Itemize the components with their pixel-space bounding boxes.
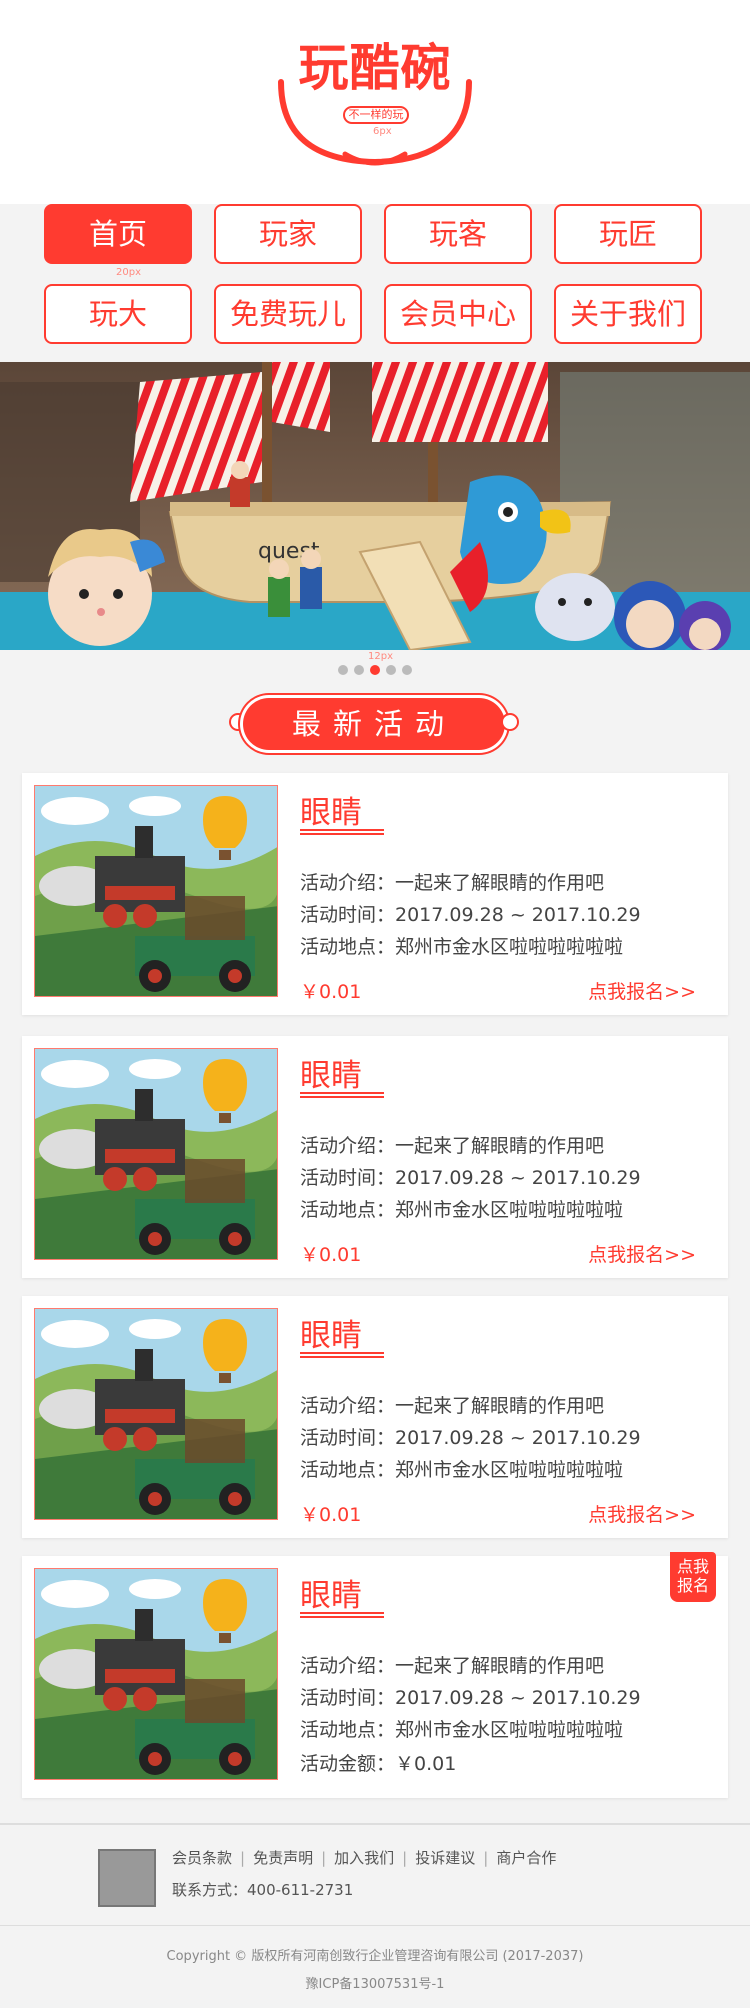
toy-ship-illustration: quest bbox=[0, 362, 750, 650]
signup-badge-button[interactable]: 点我 报名 bbox=[670, 1552, 716, 1602]
activity-time: 活动时间：2017.09.28 ~ 2017.10.29 bbox=[300, 1687, 641, 1709]
separator: | bbox=[402, 1849, 408, 1867]
footer-link-feedback[interactable]: 投诉建议 bbox=[415, 1849, 475, 1867]
nav-item-big-players[interactable]: 玩大 bbox=[44, 284, 192, 344]
footer-link-disclaimer[interactable]: 免责声明 bbox=[253, 1849, 313, 1867]
train-illustration bbox=[35, 1309, 277, 1519]
activity-card[interactable]: 眼睛 活动介绍：一起来了解眼睛的作用吧 活动时间：2017.09.28 ~ 20… bbox=[22, 1296, 728, 1538]
carousel-dot[interactable] bbox=[338, 665, 348, 675]
signup-link[interactable]: 点我报名>> bbox=[588, 977, 696, 1004]
footer-divider bbox=[0, 1925, 750, 1926]
nav-item-players[interactable]: 玩家 bbox=[214, 204, 362, 264]
logo-slogan: 不一样的玩 bbox=[343, 106, 409, 124]
nav-item-home[interactable]: 首页 bbox=[44, 204, 192, 264]
header: 玩酷碗 不一样的玩 6px bbox=[0, 0, 750, 204]
activity-place: 活动地点：郑州市金水区啦啦啦啦啦啦 bbox=[300, 936, 624, 958]
activity-amount: 活动金额：￥0.01 bbox=[300, 1753, 457, 1775]
qr-code-image bbox=[98, 1849, 156, 1907]
contact-info: 联系方式：400-611-2731 bbox=[172, 1881, 354, 1899]
activity-card[interactable]: 眼睛 活动介绍：一起来了解眼睛的作用吧 活动时间：2017.09.28 ~ 20… bbox=[22, 1036, 728, 1278]
section-cap-right-icon bbox=[501, 713, 519, 731]
carousel-dot[interactable] bbox=[402, 665, 412, 675]
footer: 会员条款 | 免责声明 | 加入我们 | 投诉建议 | 商户合作 联系方式：400-611-27… bbox=[0, 1825, 750, 2008]
nav-item-craftsmen[interactable]: 玩匠 bbox=[554, 204, 702, 264]
carousel-dot[interactable] bbox=[386, 665, 396, 675]
title-underline bbox=[300, 1352, 384, 1358]
separator: | bbox=[321, 1849, 327, 1867]
badge-line: 点我 bbox=[676, 1557, 709, 1576]
activity-title[interactable]: 眼睛 bbox=[300, 1050, 362, 1095]
spacing-annotation: 20px bbox=[116, 267, 141, 278]
title-underline bbox=[300, 1092, 384, 1098]
activity-place: 活动地点：郑州市金水区啦啦啦啦啦啦 bbox=[300, 1719, 624, 1741]
activity-price: ￥0.01 bbox=[300, 981, 362, 1003]
activity-title[interactable]: 眼睛 bbox=[300, 787, 362, 832]
activity-thumbnail[interactable] bbox=[34, 785, 278, 997]
nav-item-about-us[interactable]: 关于我们 bbox=[554, 284, 702, 344]
footer-link-member-terms[interactable]: 会员条款 bbox=[172, 1849, 232, 1867]
badge-line: 报名 bbox=[676, 1576, 709, 1595]
banner-image[interactable]: quest bbox=[0, 362, 750, 650]
main-nav: 首页 玩家 玩客 玩匠 20px 玩大 免费玩儿 会员中心 关于我们 bbox=[0, 204, 750, 362]
nav-item-member-center[interactable]: 会员中心 bbox=[384, 284, 532, 344]
title-underline bbox=[300, 1612, 384, 1618]
activity-card[interactable]: 眼睛 活动介绍：一起来了解眼睛的作用吧 活动时间：2017.09.28 ~ 20… bbox=[22, 1552, 728, 1798]
activity-thumbnail[interactable] bbox=[34, 1308, 278, 1520]
activity-place: 活动地点：郑州市金水区啦啦啦啦啦啦 bbox=[300, 1199, 624, 1221]
section-title: 最新活动 bbox=[243, 698, 505, 750]
nav-item-guests[interactable]: 玩客 bbox=[384, 204, 532, 264]
logo[interactable]: 玩酷碗 不一样的玩 6px bbox=[275, 22, 475, 172]
logo-text: 玩酷碗 bbox=[298, 39, 452, 97]
icp-number: 豫ICP备13007531号-1 bbox=[305, 1977, 445, 1992]
signup-link[interactable]: 点我报名>> bbox=[588, 1240, 696, 1267]
footer-link-merchant[interactable]: 商户合作 bbox=[496, 1849, 556, 1867]
activity-time: 活动时间：2017.09.28 ~ 2017.10.29 bbox=[300, 904, 641, 926]
activity-card[interactable]: 眼睛 活动介绍：一起来了解眼睛的作用吧 活动时间：2017.09.28 ~ 20… bbox=[22, 773, 728, 1015]
activity-title[interactable]: 眼睛 bbox=[300, 1310, 362, 1355]
activity-place: 活动地点：郑州市金水区啦啦啦啦啦啦 bbox=[300, 1459, 624, 1481]
title-underline bbox=[300, 829, 384, 835]
activity-price: ￥0.01 bbox=[300, 1244, 362, 1266]
activity-thumbnail[interactable] bbox=[34, 1048, 278, 1260]
activity-time: 活动时间：2017.09.28 ~ 2017.10.29 bbox=[300, 1427, 641, 1449]
activity-title[interactable]: 眼睛 bbox=[300, 1570, 362, 1615]
activity-intro: 活动介绍：一起来了解眼睛的作用吧 bbox=[300, 872, 605, 894]
section-header: 最新活动 bbox=[229, 696, 519, 752]
activity-intro: 活动介绍：一起来了解眼睛的作用吧 bbox=[300, 1135, 605, 1157]
separator: | bbox=[483, 1849, 489, 1867]
carousel-dot[interactable] bbox=[354, 665, 364, 675]
activity-time: 活动时间：2017.09.28 ~ 2017.10.29 bbox=[300, 1167, 641, 1189]
train-illustration bbox=[35, 1049, 277, 1259]
train-illustration bbox=[35, 1569, 277, 1779]
copyright-text: Copyright © 版权所有河南创致行企业管理咨询有限公司 (2017-20… bbox=[166, 1949, 584, 1964]
footer-links: 会员条款 | 免责声明 | 加入我们 | 投诉建议 | 商户合作 bbox=[172, 1847, 556, 1868]
signup-link[interactable]: 点我报名>> bbox=[588, 1500, 696, 1527]
activity-thumbnail[interactable] bbox=[34, 1568, 278, 1780]
carousel-dot-active[interactable] bbox=[370, 665, 380, 675]
footer-link-join-us[interactable]: 加入我们 bbox=[334, 1849, 394, 1867]
train-illustration bbox=[35, 786, 277, 996]
activity-price: ￥0.01 bbox=[300, 1504, 362, 1526]
nav-item-free-play[interactable]: 免费玩儿 bbox=[214, 284, 362, 344]
activity-intro: 活动介绍：一起来了解眼睛的作用吧 bbox=[300, 1395, 605, 1417]
activity-intro: 活动介绍：一起来了解眼睛的作用吧 bbox=[300, 1655, 605, 1677]
carousel-dots bbox=[0, 660, 750, 676]
spacing-annotation: 6px bbox=[373, 126, 392, 137]
separator: | bbox=[240, 1849, 246, 1867]
